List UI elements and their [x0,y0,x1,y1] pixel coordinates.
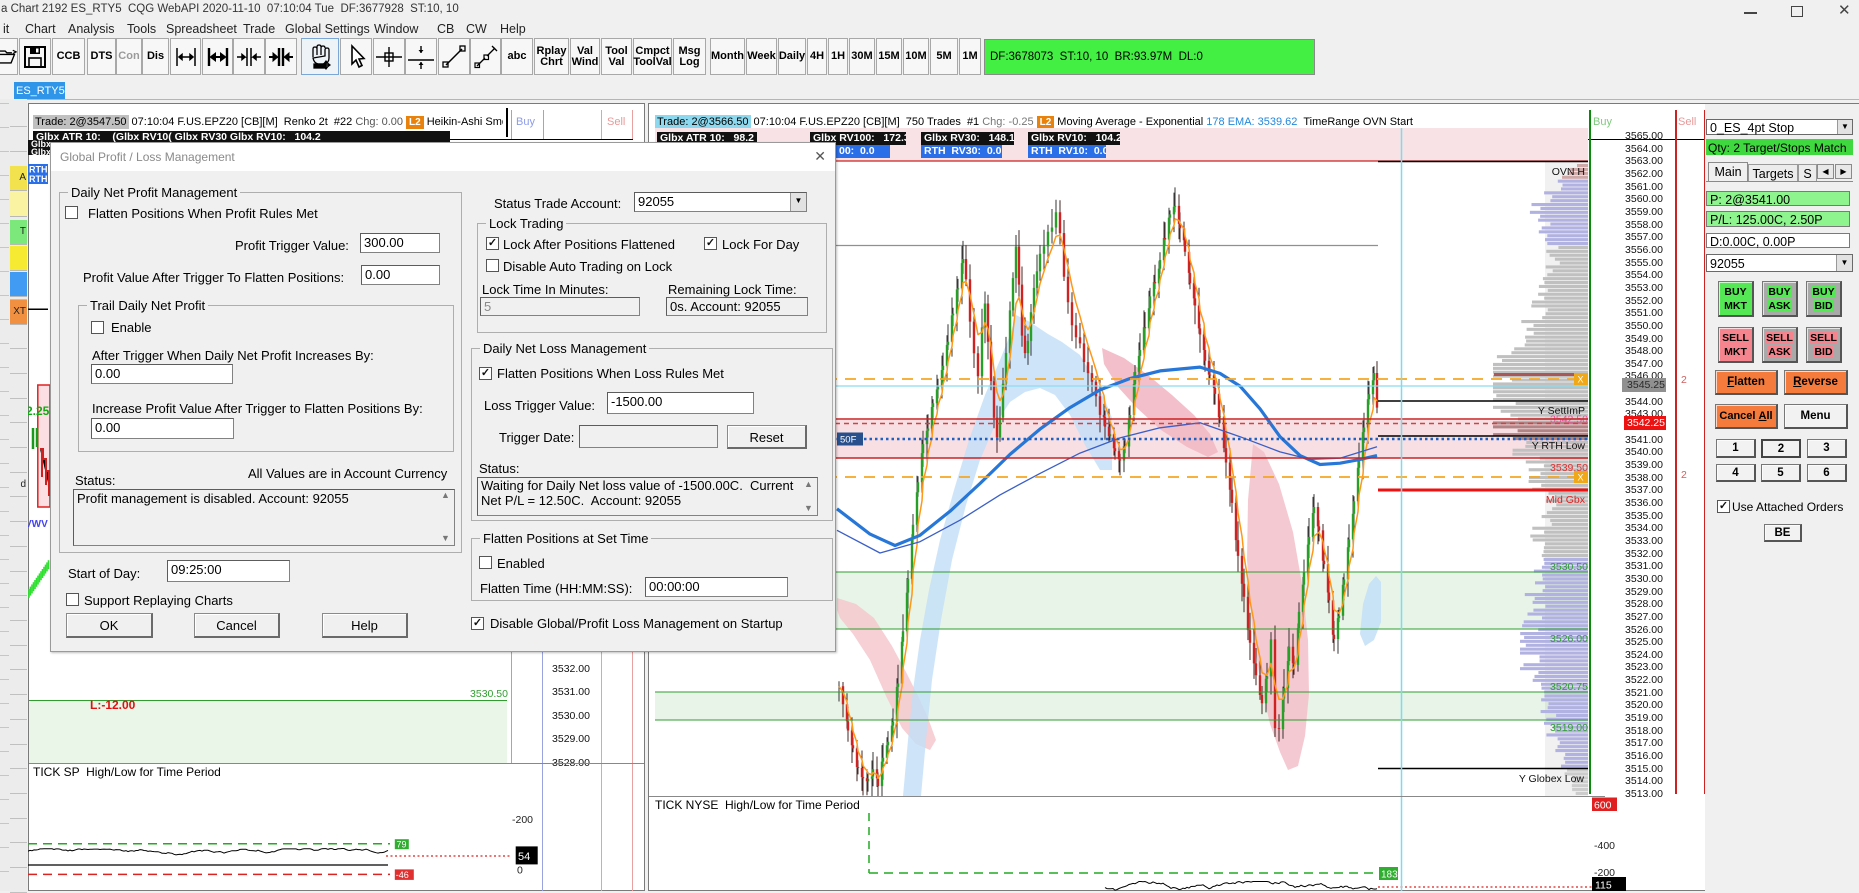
svg-text:3519.00: 3519.00 [1550,722,1588,734]
svg-text:3530.50: 3530.50 [1550,561,1588,573]
svg-text:600: 600 [1594,800,1612,812]
svg-text:54: 54 [518,851,530,863]
svg-text:-200: -200 [512,814,533,826]
svg-text:OVN H: OVN H [1552,166,1585,178]
svg-text:-400: -400 [1594,840,1615,852]
svg-text:RTH: RTH [29,174,48,184]
svg-text:3520.75: 3520.75 [1550,681,1588,693]
svg-text:Mid Gbx: Mid Gbx [1546,494,1586,506]
svg-text:183: 183 [1381,870,1398,881]
svg-text:50F: 50F [840,435,857,446]
svg-text:X: X [1578,375,1584,385]
svg-text:115: 115 [1595,880,1612,892]
svg-text:RTH: RTH [29,165,48,175]
svg-text:-46: -46 [396,870,409,880]
svg-text:VWV: VWV [28,519,48,530]
svg-text:0: 0 [517,865,523,877]
svg-text:Y Globex Low: Y Globex Low [1519,773,1585,785]
svg-text:2.25: 2.25 [28,404,50,418]
svg-text:X: X [1578,473,1584,483]
svg-text:Y RTH Low: Y RTH Low [1532,440,1586,452]
svg-text:79: 79 [397,839,407,849]
svg-text:3526.00: 3526.00 [1550,633,1588,645]
